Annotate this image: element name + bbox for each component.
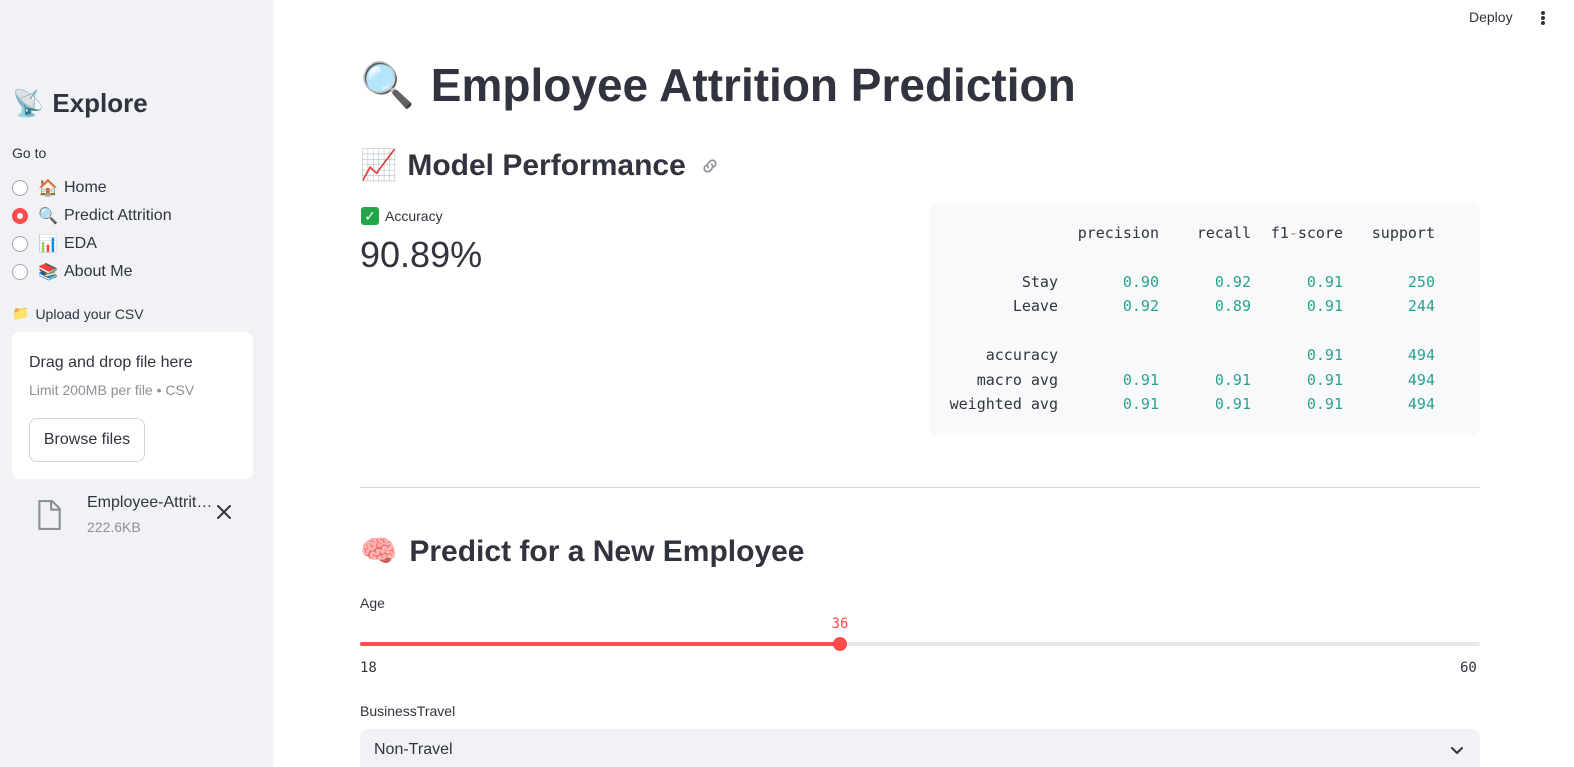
report-header: recall (1196, 224, 1251, 242)
folder-icon: 📁 (12, 305, 30, 321)
report-cell: 0.91 (1306, 297, 1343, 315)
report-cell: 0.91 (1122, 395, 1159, 413)
browse-files-button[interactable]: Browse files (29, 418, 145, 462)
nav-item-label: Predict Attrition (64, 207, 172, 224)
page-title-text: Employee Attrition Prediction (430, 59, 1076, 111)
nav-item-about-me[interactable]: 📚 About Me (12, 258, 172, 286)
report-cell: 244 (1407, 297, 1435, 315)
nav-radio-group: 🏠 Home 🔍 Predict Attrition 📊 EDA 📚 About… (12, 174, 172, 286)
model-performance-text: Model Performance (407, 148, 686, 182)
report-cell: 0.91 (1306, 273, 1343, 291)
age-slider-value: 36 (831, 616, 849, 632)
nav-item-home[interactable]: 🏠 Home (12, 174, 172, 202)
brain-icon: 🧠 (360, 535, 398, 568)
check-mark-icon: ✓ (361, 207, 379, 225)
report-cell: 494 (1407, 371, 1435, 389)
report-row-label: weighted avg (949, 395, 1058, 413)
report-header: precision (1077, 224, 1159, 242)
report-cell: 0.89 (1214, 297, 1251, 315)
model-performance-heading: 📈 Model Performance (360, 148, 720, 183)
nav-item-predict-attrition[interactable]: 🔍 Predict Attrition (12, 202, 172, 230)
nav-item-label: EDA (64, 235, 97, 252)
report-cell: 0.92 (1214, 273, 1251, 291)
upload-label-text: Upload your CSV (35, 305, 144, 322)
age-slider-thumb[interactable] (833, 637, 847, 651)
sidebar: 📡 Explore Go to 🏠 Home 🔍 Predict Attriti… (0, 0, 273, 767)
report-cell: 494 (1407, 395, 1435, 413)
report-cell: 0.91 (1122, 371, 1159, 389)
bar-chart-icon: 📊 (38, 236, 58, 253)
predict-heading-text: Predict for a New Employee (409, 534, 805, 568)
report-row-label: accuracy (985, 346, 1058, 364)
nav-item-label: About Me (64, 263, 133, 280)
age-slider[interactable]: 36 (360, 616, 1480, 651)
file-name: Employee-Attrition.csv (87, 494, 213, 511)
accuracy-metric-value: 90.89% (360, 234, 483, 275)
dropzone-limit: Limit 200MB per file • CSV (29, 382, 195, 398)
nav-item-eda[interactable]: 📊 EDA (12, 230, 172, 258)
sidebar-title-text: Explore (52, 88, 148, 118)
report-cell: 0.91 (1306, 346, 1343, 364)
report-header-f1: f1-score (1270, 224, 1343, 242)
chevron-down-icon (1451, 747, 1463, 754)
radio-button-selected[interactable] (12, 208, 28, 224)
page-title: 🔍 Employee Attrition Prediction (360, 58, 1076, 112)
report-header: support (1371, 224, 1435, 242)
age-slider-label: Age (360, 595, 385, 611)
books-icon: 📚 (38, 264, 58, 281)
business-travel-select[interactable]: Non-Travel (360, 729, 1480, 767)
main-menu-icon[interactable] (1535, 8, 1551, 28)
nav-label: Go to (12, 145, 47, 161)
dropzone-title: Drag and drop file here (29, 354, 193, 371)
report-cell: 0.91 (1214, 395, 1251, 413)
close-icon[interactable] (214, 502, 234, 522)
section-divider (360, 487, 1480, 488)
satellite-dish-icon: 📡 (12, 88, 45, 118)
radio-button[interactable] (12, 236, 28, 252)
business-travel-label: BusinessTravel (360, 703, 456, 719)
upload-label: 📁 Upload your CSV (12, 305, 144, 322)
magnifier-icon: 🔍 (38, 208, 58, 225)
file-icon (38, 500, 61, 530)
report-cell: 0.92 (1122, 297, 1159, 315)
file-dropzone[interactable]: Drag and drop file here Limit 200MB per … (12, 332, 253, 479)
classification-report: precision recall f1-score support Stay 0… (929, 203, 1480, 435)
magnifier-icon: 🔍 (360, 61, 415, 110)
report-row-label: macro avg (976, 371, 1058, 389)
age-slider-fill (360, 642, 840, 646)
sidebar-title: 📡 Explore (12, 88, 148, 119)
radio-button[interactable] (12, 264, 28, 280)
radio-button[interactable] (12, 180, 28, 196)
report-cell: 0.90 (1122, 273, 1159, 291)
report-cell: 250 (1407, 273, 1435, 291)
uploaded-file: Employee-Attrition.csv 222.6KB (36, 492, 246, 538)
age-slider-min: 18 (360, 660, 377, 676)
age-slider-max: 60 (1460, 660, 1477, 676)
report-cell: 0.91 (1306, 371, 1343, 389)
business-travel-value: Non-Travel (374, 741, 453, 758)
predict-heading: 🧠 Predict for a New Employee (360, 534, 805, 569)
report-row-label: Stay (1021, 273, 1058, 291)
file-size: 222.6KB (87, 519, 141, 535)
house-icon: 🏠 (38, 180, 58, 197)
report-cell: 0.91 (1306, 395, 1343, 413)
deploy-button[interactable]: Deploy (1469, 9, 1513, 25)
accuracy-metric-label: ✓ Accuracy (361, 207, 443, 225)
report-cell: 0.91 (1214, 371, 1251, 389)
nav-item-label: Home (64, 179, 107, 196)
chart-increasing-icon: 📈 (360, 149, 398, 182)
metric-label-text: Accuracy (385, 208, 443, 224)
link-icon[interactable] (700, 156, 720, 176)
report-row-label: Leave (1012, 297, 1058, 315)
report-cell: 494 (1407, 346, 1435, 364)
